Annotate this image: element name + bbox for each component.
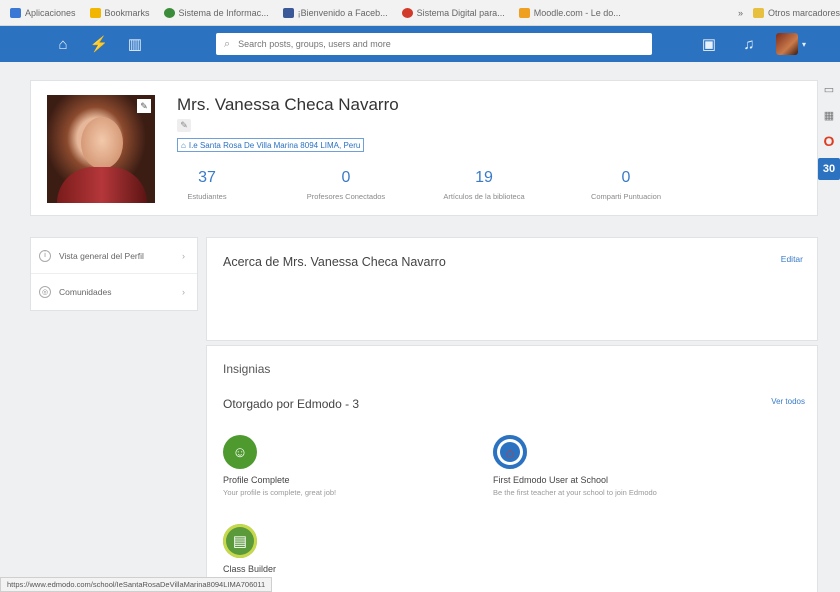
status-url: https://www.edmodo.com/school/IeSantaRos… <box>0 577 273 592</box>
stat-students[interactable]: 37 Estudiantes <box>177 169 237 201</box>
bookmark-apps[interactable]: Aplicaciones <box>10 7 76 18</box>
bookmark-bookmarks[interactable]: Bookmarks <box>89 7 150 18</box>
star-icon <box>89 7 101 18</box>
sidebar-item-communities[interactable]: ◎ Comunidades › <box>31 274 197 310</box>
see-all-link[interactable]: Ver todos <box>771 397 805 406</box>
edit-photo-icon[interactable]: ✎ <box>137 99 151 113</box>
bookmark-moodle[interactable]: Moodle.com - Le do... <box>518 7 621 18</box>
edit-about-link[interactable]: Editar <box>781 254 803 264</box>
library-icon[interactable]: ▥ <box>122 31 148 57</box>
bookmarks-bar: Aplicaciones Bookmarks Sistema de Inform… <box>0 0 840 26</box>
school-badge-icon: ⌂ <box>493 435 527 469</box>
home-icon[interactable]: ⌂ <box>50 31 76 57</box>
stat-shared-score[interactable]: 0 Comparti Puntuacion <box>561 169 691 201</box>
chevron-down-icon[interactable]: ▾ <box>802 40 806 49</box>
site-favicon-icon <box>163 7 175 18</box>
facebook-icon <box>282 7 294 18</box>
profile-card: ✎ Mrs. Vanessa Checa Navarro ✎ ⌂ I.e San… <box>30 80 818 216</box>
chevron-right-icon: › <box>182 287 185 297</box>
about-panel: Acerca de Mrs. Vanessa Checa Navarro Edi… <box>206 237 818 341</box>
activity-icon[interactable]: ⚡ <box>86 31 112 57</box>
stat-library-items[interactable]: 19 Artículos de la biblioteca <box>419 169 549 201</box>
user-avatar[interactable] <box>776 33 798 55</box>
badges-title: Insignias <box>223 362 271 376</box>
apps-icon <box>10 7 21 18</box>
bell-icon[interactable]: ♫ <box>736 31 762 57</box>
grid-icon[interactable]: ▦ <box>820 106 838 124</box>
chevron-right-icon: › <box>182 250 185 261</box>
sidebar-item-profile-overview[interactable]: i Vista general del Perfil › <box>31 238 197 274</box>
stat-connected-teachers[interactable]: 0 Profesores Conectados <box>281 169 411 201</box>
badge-profile-complete[interactable]: ☺ Profile Complete Your profile is compl… <box>223 435 336 497</box>
search-box[interactable]: ⌕ <box>216 33 652 55</box>
community-icon: ◎ <box>39 286 51 298</box>
badges-panel: Insignias Otorgado por Edmodo - 3 Ver to… <box>206 345 818 592</box>
chevron-right-icon: » <box>737 7 743 18</box>
top-navbar: ⌂ ⚡ ▥ ⌕ ▣ ♫ ▾ <box>0 26 840 62</box>
about-title: Acerca de Mrs. Vanessa Checa Navarro <box>223 255 446 269</box>
search-icon: ⌕ <box>224 37 231 50</box>
bookmark-facebook[interactable]: ¡Bienvenido a Faceb... <box>282 7 388 18</box>
moodle-icon <box>518 7 530 18</box>
profile-photo[interactable]: ✎ <box>47 95 155 203</box>
office-icon[interactable]: O <box>820 132 838 150</box>
edit-profile-icon[interactable]: ✎ <box>177 119 191 132</box>
bookmark-sistema-digital[interactable]: Sistema Digital para... <box>401 7 505 18</box>
bookmark-other[interactable]: » Otros marcadores <box>737 7 840 18</box>
badge-class-builder[interactable]: ▤ Class Builder <box>223 524 276 574</box>
search-input[interactable] <box>238 39 619 49</box>
folder-icon <box>752 7 764 18</box>
bookmark-sistema-informacion[interactable]: Sistema de Informac... <box>163 7 269 18</box>
profile-badge-icon: ☺ <box>223 435 257 469</box>
info-icon: i <box>39 249 51 262</box>
backpack-icon[interactable]: ▣ <box>696 31 722 57</box>
profile-sidebar: i Vista general del Perfil › ◎ Comunidad… <box>30 237 198 311</box>
right-rail: ▭ ▦ O 30 <box>818 80 840 188</box>
calendar-icon[interactable]: 30 <box>818 158 840 180</box>
badges-subtitle: Otorgado por Edmodo - 3 <box>223 397 360 411</box>
badge-first-user[interactable]: ⌂ First Edmodo User at School Be the fir… <box>493 435 657 497</box>
trash-icon[interactable]: ▭ <box>820 80 838 98</box>
school-link[interactable]: ⌂ I.e Santa Rosa De Villa Marina 8094 LI… <box>177 138 365 152</box>
school-icon: ⌂ <box>181 140 186 150</box>
profile-name: Mrs. Vanessa Checa Navarro <box>177 95 399 114</box>
site-favicon-icon <box>401 7 413 18</box>
class-builder-badge-icon: ▤ <box>223 524 257 558</box>
